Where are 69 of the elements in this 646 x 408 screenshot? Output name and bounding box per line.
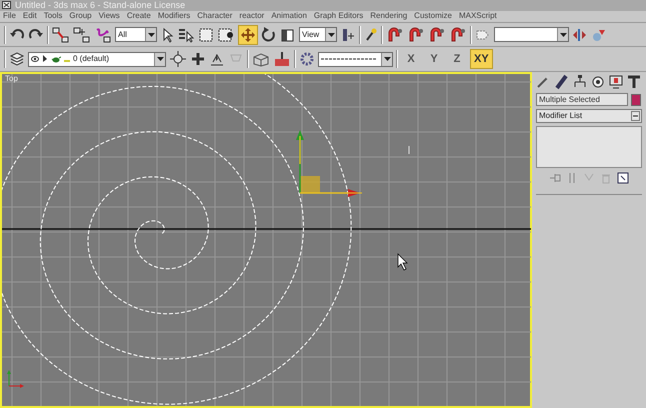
axis-constraint-button[interactable]: Y [424,49,444,70]
dropdown-arrow-icon[interactable] [560,32,566,37]
configure-sets-icon[interactable] [617,172,629,184]
menu-item[interactable]: Character [197,12,232,20]
reference-coordinate-dropdown[interactable]: View [299,27,337,42]
dropdown-arrow-icon[interactable] [328,32,334,37]
select-by-name-icon[interactable] [177,26,195,43]
layer-dropdown[interactable]: 0 (default) [28,52,166,67]
menu-item[interactable]: Tools [44,12,62,20]
link-icon[interactable] [52,26,70,43]
minus-icon[interactable] [633,115,638,117]
dropdown-arrow-icon[interactable] [156,57,164,62]
region-select-icon[interactable] [198,26,214,43]
hierarchy-tab-icon[interactable] [572,74,588,90]
axis-tripod-icon [7,370,24,388]
display-tab-icon[interactable] [608,74,624,90]
menu-item[interactable]: Group [69,12,92,20]
menu-item[interactable]: Graph Editors [314,12,364,20]
scale-icon[interactable] [280,26,296,43]
snap-icon[interactable] [386,26,404,43]
object-name-field[interactable]: Multiple Selected [536,93,628,106]
app-icon [2,1,11,10]
menu-item[interactable]: Views [98,12,120,20]
menu-item[interactable]: Modifiers [158,12,190,20]
dropdown-arrow-icon[interactable] [384,57,390,62]
axis-constraint-button[interactable]: Z [447,49,467,70]
top-viewport[interactable]: Top [0,72,532,408]
dropdown-arrow-icon[interactable] [148,32,154,37]
menu-item[interactable]: File [3,12,16,20]
object-color-swatch[interactable] [631,94,641,106]
eye-icon[interactable] [31,55,39,64]
menu-item[interactable]: Animation [271,12,307,20]
teapot-icon[interactable] [51,55,61,64]
unlink-icon[interactable] [73,26,91,43]
layers-icon[interactable] [9,51,25,68]
selection-filter-dropdown[interactable]: All [115,27,157,42]
menu-item[interactable]: Customize [414,12,452,20]
create-tab-icon[interactable] [536,74,552,90]
menu-item[interactable]: Rendering [370,12,408,20]
add-layer-icon[interactable] [190,51,206,68]
utilities-tab-icon[interactable] [626,74,642,90]
layer-properties-icon[interactable] [169,51,187,68]
pivot-icon[interactable] [340,26,356,43]
modify-tab-icon[interactable] [554,74,570,90]
angle-snap-icon[interactable] [407,26,425,43]
axis-constraint-button[interactable]: XY [470,49,493,70]
mouse-cursor-icon [398,253,408,270]
menu-item[interactable]: Edit [22,12,37,20]
menu-item[interactable]: Create [126,12,151,20]
axis-constraint-button[interactable]: X [401,49,421,70]
text-cursor-icon [408,146,410,154]
modifier-list-dropdown[interactable]: Modifier List [536,109,642,123]
mirror-icon[interactable] [572,26,588,43]
window-crossing-icon[interactable] [217,26,235,43]
motion-tab-icon[interactable] [590,74,606,90]
manipulate-icon[interactable] [364,26,378,43]
box-icon[interactable] [252,51,270,68]
menu-item[interactable]: MAXScript [458,12,497,20]
spinner-snap-icon[interactable] [449,26,467,43]
move-tool-button[interactable] [238,24,258,45]
named-selection-field[interactable] [494,27,569,42]
dashed-line-sample [321,58,376,60]
viewport-label[interactable]: Top [5,75,18,83]
menu-item[interactable]: reactor [239,12,264,20]
gear-icon[interactable] [299,51,315,68]
percent-snap-icon[interactable] [428,26,446,43]
rotate-icon[interactable] [261,26,277,43]
line-style-dropdown[interactable] [318,52,393,67]
window-title: Untitled - 3ds max 6 - Stand-alone License [15,0,186,10]
